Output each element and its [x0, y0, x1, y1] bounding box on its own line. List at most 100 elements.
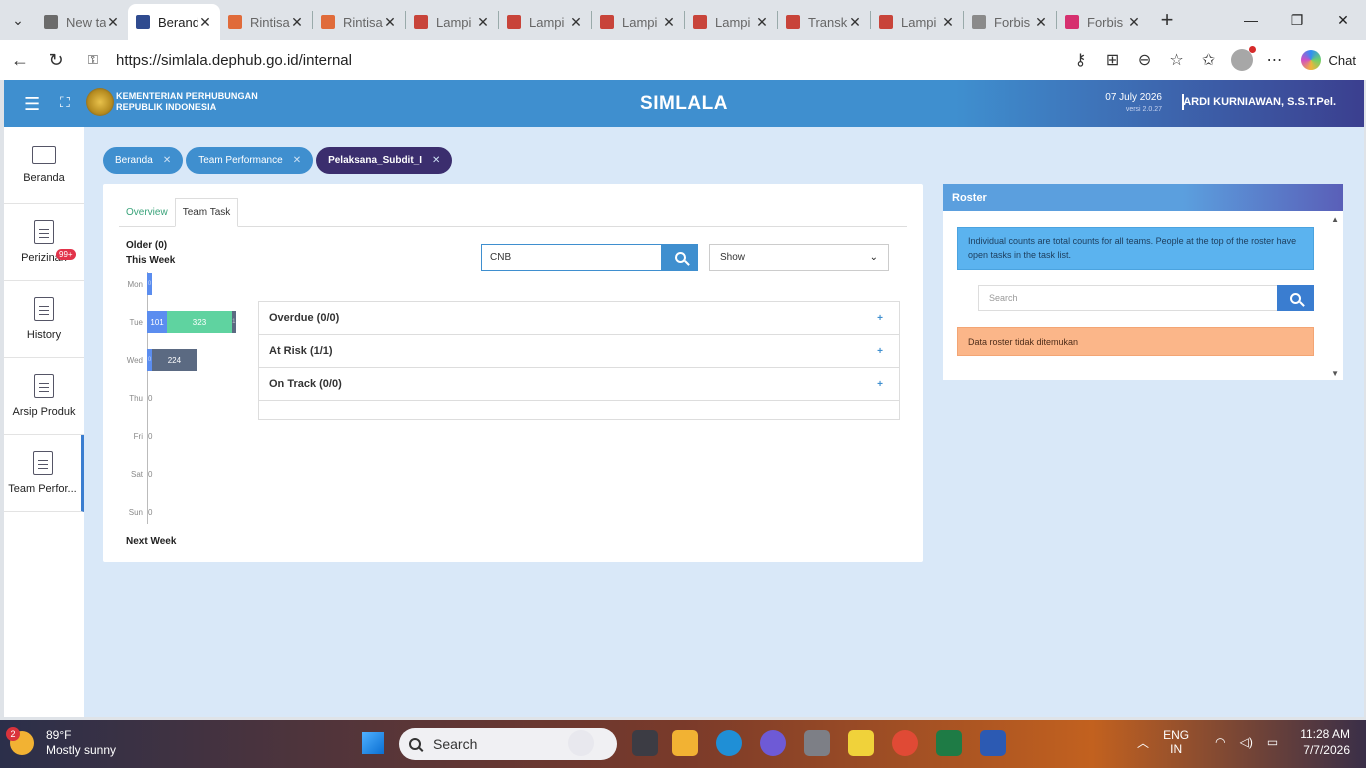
- tab-close-icon[interactable]: ✕: [941, 14, 955, 31]
- battery-icon[interactable]: ▭: [1267, 735, 1278, 749]
- browser-tab[interactable]: Lampi ✕: [499, 6, 591, 38]
- task-search-input[interactable]: [481, 244, 662, 271]
- tab-close-icon[interactable]: ✕: [1034, 14, 1048, 31]
- tab-overview[interactable]: Overview: [119, 198, 175, 227]
- user-name[interactable]: ARDI KURNIAWAN, S.S.T.Pel.: [1183, 96, 1336, 108]
- roster-search-input[interactable]: Search: [978, 285, 1278, 311]
- favorites-icon[interactable]: ✩: [1193, 50, 1225, 70]
- file-explorer-icon[interactable]: [672, 730, 698, 756]
- language-indicator[interactable]: ENG IN: [1163, 728, 1189, 756]
- scroll-down-icon[interactable]: ▼: [1331, 369, 1339, 378]
- word-icon[interactable]: [980, 730, 1006, 756]
- chrome-icon[interactable]: [892, 730, 918, 756]
- browser-tab[interactable]: Forbis ✕: [1057, 6, 1149, 38]
- day-bar-segment[interactable]: 323: [167, 311, 232, 333]
- task-group-row[interactable]: On Track (0/0) +: [259, 368, 899, 401]
- browser-tab[interactable]: New ta ✕: [36, 6, 128, 38]
- day-row-tue: Tue 101 323 1: [121, 311, 236, 333]
- day-bar-segment[interactable]: 101: [147, 311, 168, 333]
- new-tab-button[interactable]: +: [1149, 7, 1185, 33]
- tab-close-icon[interactable]: ✕: [1127, 14, 1141, 31]
- wifi-icon[interactable]: ◠: [1215, 735, 1225, 749]
- copilot-app-icon[interactable]: [760, 730, 786, 756]
- tab-close-icon[interactable]: ✕: [198, 14, 212, 31]
- day-bar-segment[interactable]: 224: [152, 349, 197, 371]
- browser-tab[interactable]: Lampi ✕: [871, 6, 963, 38]
- zoom-icon[interactable]: ⊖: [1129, 50, 1161, 70]
- breadcrumb-close-icon[interactable]: ✕: [163, 155, 171, 166]
- tab-close-icon[interactable]: ✕: [476, 14, 490, 31]
- task-search-button[interactable]: [662, 244, 698, 271]
- document-icon: [34, 374, 54, 398]
- tab-favicon-icon: [136, 15, 150, 29]
- sidebar-item-beranda[interactable]: Beranda: [4, 127, 84, 204]
- camera-icon[interactable]: [804, 730, 830, 756]
- url-box[interactable]: ⚿ https://simlala.dephub.go.id/internal: [78, 44, 1078, 76]
- favorite-star-icon[interactable]: ☆: [1161, 50, 1193, 70]
- expand-plus-icon[interactable]: +: [877, 346, 883, 357]
- tab-close-icon[interactable]: ✕: [383, 14, 397, 31]
- day-name: Thu: [129, 393, 143, 403]
- tab-actions-icon[interactable]: ⌄: [0, 0, 36, 40]
- browser-tab[interactable]: Lampi ✕: [685, 6, 777, 38]
- task-group-label: On Track (0/0): [269, 378, 342, 390]
- more-options-icon[interactable]: ⋯: [1259, 50, 1291, 70]
- sidebar-item-team-perfor[interactable]: Team Perfor...: [4, 435, 84, 512]
- refresh-icon[interactable]: ↻: [38, 42, 74, 78]
- task-group-row[interactable]: At Risk (1/1) +: [259, 335, 899, 368]
- clock[interactable]: 11:28 AM 7/7/2026: [1300, 726, 1350, 758]
- excel-icon[interactable]: [936, 730, 962, 756]
- tray-overflow-icon[interactable]: ︿: [1137, 734, 1149, 751]
- tab-close-icon[interactable]: ✕: [662, 14, 676, 31]
- tab-close-icon[interactable]: ✕: [106, 14, 120, 31]
- back-icon[interactable]: ←: [2, 42, 38, 78]
- search-icon: [1290, 292, 1301, 304]
- tab-close-icon[interactable]: ✕: [848, 14, 862, 31]
- browser-tab[interactable]: Lampi ✕: [592, 6, 684, 38]
- browser-tab[interactable]: Lampi ✕: [406, 6, 498, 38]
- browser-tab[interactable]: Transk ✕: [778, 6, 870, 38]
- browser-tab[interactable]: Forbis ✕: [964, 6, 1056, 38]
- weather-widget[interactable]: 2 89°F Mostly sunny: [6, 727, 116, 758]
- sidebar-item-arsip-produk[interactable]: Arsip Produk: [4, 358, 84, 435]
- tab-close-icon[interactable]: ✕: [755, 14, 769, 31]
- expand-plus-icon[interactable]: +: [877, 379, 883, 390]
- scroll-up-icon[interactable]: ▲: [1331, 215, 1339, 224]
- volume-icon[interactable]: ◁): [1240, 735, 1253, 749]
- breadcrumb-item[interactable]: Team Performance ✕: [186, 147, 314, 174]
- extensions-icon[interactable]: ⊞: [1097, 50, 1129, 70]
- copilot-chat-button[interactable]: Chat: [1300, 50, 1356, 70]
- tab-team-task[interactable]: Team Task: [174, 198, 239, 227]
- tab-close-icon[interactable]: ✕: [569, 14, 583, 31]
- profile-avatar[interactable]: [1230, 46, 1256, 71]
- edge-icon[interactable]: [716, 730, 742, 756]
- breadcrumb-item[interactable]: Pelaksana_Subdit_I ✕: [316, 147, 453, 174]
- team-task-panel: Overview Team Task Older (0) This Week Mo…: [103, 184, 923, 562]
- show-select[interactable]: Show ⌄: [709, 244, 889, 271]
- breadcrumb-label: Beranda: [115, 155, 153, 166]
- breadcrumb-close-icon[interactable]: ✕: [293, 155, 301, 166]
- browser-tab[interactable]: Rintisa ✕: [220, 6, 312, 38]
- restore-icon[interactable]: ❐: [1274, 0, 1320, 40]
- expand-plus-icon[interactable]: +: [877, 313, 883, 324]
- minimize-icon[interactable]: —: [1228, 0, 1274, 40]
- breadcrumb-item[interactable]: Beranda ✕: [103, 147, 184, 174]
- sticky-notes-icon[interactable]: [848, 730, 874, 756]
- task-view-icon[interactable]: [632, 730, 658, 756]
- tab-close-icon[interactable]: ✕: [290, 14, 304, 31]
- browser-tab[interactable]: Rintisa ✕: [313, 6, 405, 38]
- url-text[interactable]: https://simlala.dephub.go.id/internal: [116, 52, 352, 69]
- site-info-icon[interactable]: ⚿: [88, 52, 106, 68]
- close-window-icon[interactable]: ✕: [1320, 0, 1366, 40]
- key-icon[interactable]: ⚷: [1065, 50, 1097, 70]
- day-bar-segment[interactable]: 1: [231, 311, 236, 333]
- breadcrumb-close-icon[interactable]: ✕: [432, 155, 440, 166]
- sidebar-item-perizinan[interactable]: Perizinan 99+: [4, 204, 84, 281]
- task-group-row[interactable]: Overdue (0/0) +: [259, 302, 899, 335]
- sidebar-item-history[interactable]: History: [4, 281, 84, 358]
- day-bar-segment[interactable]: 0: [147, 273, 152, 295]
- windows-start-icon[interactable]: [362, 732, 384, 754]
- browser-tab[interactable]: Beranda✕: [128, 4, 220, 40]
- roster-search-button[interactable]: [1277, 285, 1314, 311]
- soccer-icon[interactable]: [568, 730, 594, 756]
